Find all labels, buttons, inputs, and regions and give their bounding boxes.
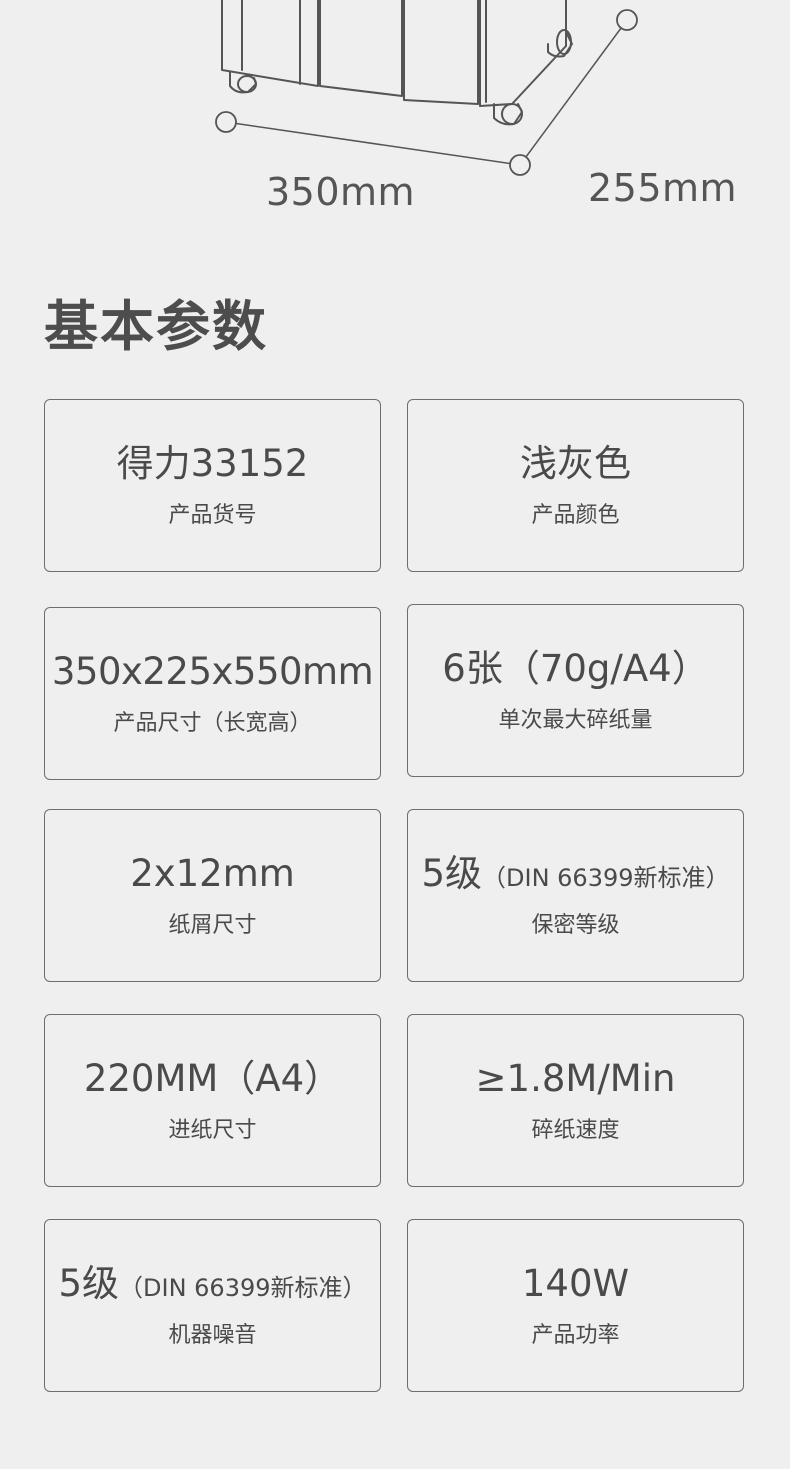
spec-card-power: 140W 产品功率 (407, 1219, 744, 1392)
spec-grid: 得力33152 产品货号 浅灰色 产品颜色 350x225x550mm 产品尺寸… (0, 0, 790, 1469)
spec-value: 350x225x550mm (51, 650, 374, 694)
spec-label: 产品功率 (531, 1322, 620, 1348)
spec-label: 产品尺寸（长宽高） (113, 710, 312, 736)
spec-label: 机器噪音 (168, 1322, 257, 1348)
spec-label: 纸屑尺寸 (168, 912, 257, 938)
spec-card-model: 得力33152 产品货号 (44, 399, 381, 572)
spec-label: 保密等级 (531, 912, 620, 938)
spec-value: 220MM（A4） (83, 1057, 342, 1101)
spec-value: 2x12mm (130, 852, 295, 896)
spec-card-speed: ≥1.8M/Min 碎纸速度 (407, 1014, 744, 1187)
spec-label: 单次最大碎纸量 (498, 707, 653, 733)
spec-value: 5级（DIN 66399新标准） (421, 852, 730, 896)
spec-card-noise: 5级（DIN 66399新标准） 机器噪音 (44, 1219, 381, 1392)
spec-label: 产品颜色 (531, 502, 620, 528)
spec-label: 进纸尺寸 (168, 1117, 257, 1143)
spec-value: 得力33152 (116, 442, 309, 486)
spec-card-capacity: 6张（70g/A4） 单次最大碎纸量 (407, 604, 744, 777)
spec-value: 6张（70g/A4） (442, 647, 709, 691)
spec-card-particle-size: 2x12mm 纸屑尺寸 (44, 809, 381, 982)
spec-card-color: 浅灰色 产品颜色 (407, 399, 744, 572)
spec-card-security-level: 5级（DIN 66399新标准） 保密等级 (407, 809, 744, 982)
spec-value: 浅灰色 (520, 442, 631, 486)
spec-value: 140W (521, 1262, 630, 1306)
spec-value: 5级（DIN 66399新标准） (58, 1262, 367, 1306)
spec-label: 产品货号 (168, 502, 257, 528)
spec-label: 碎纸速度 (531, 1117, 620, 1143)
spec-card-size: 350x225x550mm 产品尺寸（长宽高） (44, 607, 381, 780)
spec-card-entry-width: 220MM（A4） 进纸尺寸 (44, 1014, 381, 1187)
spec-value: ≥1.8M/Min (475, 1057, 676, 1101)
